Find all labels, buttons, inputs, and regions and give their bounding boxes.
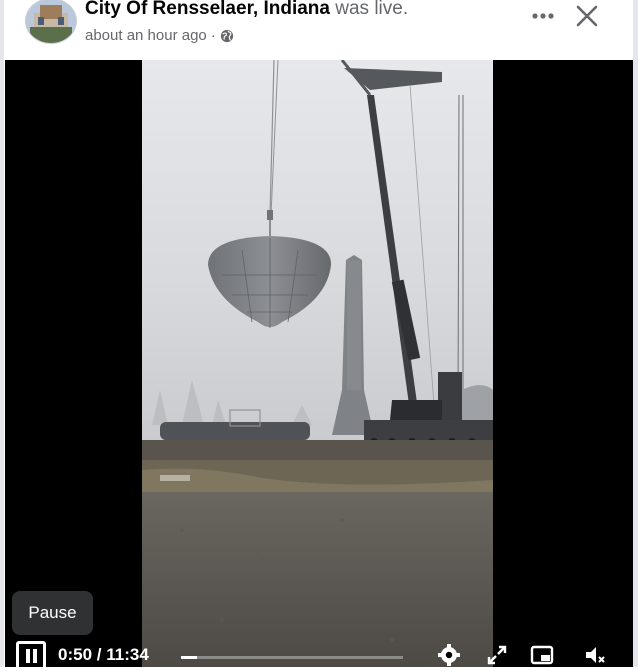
fullscreen-icon[interactable] (484, 643, 510, 667)
close-icon (576, 5, 598, 27)
page-name-link[interactable]: City Of Rensselaer, Indiana (85, 0, 330, 19)
more-options-icon (532, 13, 554, 19)
post-title: City Of Rensselaer, Indiana was live. (85, 0, 408, 21)
progress-bar[interactable] (181, 656, 403, 659)
picture-in-picture-icon[interactable] (529, 643, 555, 667)
close-button[interactable] (570, 0, 604, 32)
video-player[interactable]: Pause (5, 60, 633, 667)
settings-icon[interactable] (436, 643, 462, 667)
live-status-text: was live. (335, 0, 409, 19)
page-avatar[interactable] (25, 0, 77, 44)
pause-icon-bar (32, 649, 37, 663)
current-time: 0:50 (58, 645, 93, 664)
globe-icon (220, 29, 234, 43)
post-header: City Of Rensselaer, Indiana was live. ab… (0, 0, 638, 60)
post-meta: about an hour ago · (85, 26, 234, 46)
video-frame[interactable] (142, 60, 493, 667)
frame-border-right (633, 0, 638, 667)
mute-icon[interactable] (582, 643, 608, 667)
progress-fill (181, 656, 197, 659)
more-options-button[interactable] (527, 3, 559, 29)
meta-separator: · (210, 27, 216, 44)
timestamp[interactable]: about an hour ago (85, 26, 207, 46)
time-separator: / (96, 645, 102, 664)
player-controls: 0:50 / 11:34 (0, 637, 638, 671)
duration: 11:34 (106, 645, 149, 664)
pause-tooltip: Pause (12, 591, 93, 635)
time-display: 0:50 / 11:34 (58, 645, 149, 665)
pause-icon (25, 649, 30, 663)
frame-border-left (0, 0, 4, 667)
